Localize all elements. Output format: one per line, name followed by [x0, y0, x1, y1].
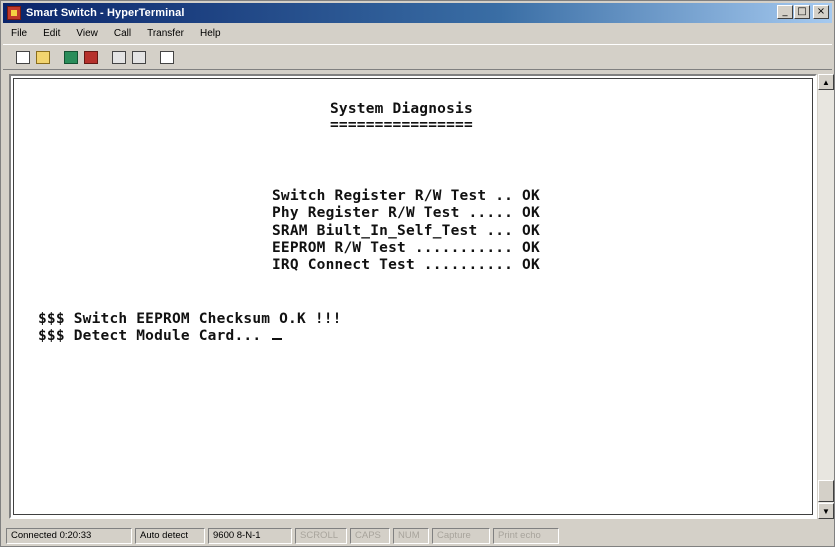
open-icon — [36, 50, 50, 64]
menu-transfer[interactable]: Transfer — [145, 27, 186, 40]
menu-call[interactable]: Call — [112, 27, 133, 40]
new-icon — [16, 50, 30, 64]
menu-bar: File Edit View Call Transfer Help — [3, 24, 832, 42]
menu-help[interactable]: Help — [198, 27, 223, 40]
title-bar[interactable]: Smart Switch - HyperTerminal _ □ × — [3, 3, 832, 23]
test-line: SRAM Biult_In_Self_Test ... OK — [272, 223, 540, 239]
message-line: $$$ Switch EEPROM Checksum O.K !!! — [38, 311, 342, 327]
status-scroll: SCROLL — [295, 527, 347, 544]
status-bar: Connected 0:20:33 Auto detect 9600 8-N-1… — [3, 526, 832, 545]
terminal-area[interactable]: System Diagnosis ================ Switch… — [13, 78, 813, 515]
scroll-down-arrow-icon[interactable]: ▼ — [818, 503, 834, 519]
test-line: Phy Register R/W Test ..... OK — [272, 205, 540, 221]
window-title: Smart Switch - HyperTerminal — [26, 7, 185, 19]
open-button[interactable] — [33, 47, 53, 67]
receive-icon — [132, 50, 146, 64]
new-connection-button[interactable] — [13, 47, 33, 67]
toolbar — [3, 44, 832, 70]
test-line: EEPROM R/W Test ........... OK — [272, 240, 540, 256]
menu-view[interactable]: View — [74, 27, 100, 40]
close-button[interactable]: × — [813, 5, 829, 19]
test-line: IRQ Connect Test .......... OK — [272, 257, 540, 273]
terminal-screen: System Diagnosis ================ Switch… — [14, 79, 814, 516]
disconnect-button[interactable] — [81, 47, 101, 67]
message-text: $$$ Detect Module Card... — [38, 328, 271, 344]
app-icon[interactable] — [7, 6, 21, 20]
scrollbar-thumb[interactable] — [818, 480, 834, 502]
connect-button[interactable] — [61, 47, 81, 67]
menu-file[interactable]: File — [9, 27, 29, 40]
maximize-button[interactable]: □ — [794, 5, 810, 19]
terminal-cursor — [272, 338, 283, 340]
properties-button[interactable] — [157, 47, 177, 67]
status-print-echo: Print echo — [493, 527, 559, 544]
status-capture: Capture — [432, 527, 490, 544]
terminal-frame: System Diagnosis ================ Switch… — [9, 74, 817, 519]
test-line: Switch Register R/W Test .. OK — [272, 188, 540, 204]
menu-edit[interactable]: Edit — [41, 27, 62, 40]
scroll-up-arrow-icon[interactable]: ▲ — [818, 74, 834, 90]
message-line: $$$ Detect Module Card... — [38, 328, 283, 344]
status-num: NUM — [393, 527, 429, 544]
hyperterminal-window: Smart Switch - HyperTerminal _ □ × File … — [0, 0, 835, 547]
send-button[interactable] — [109, 47, 129, 67]
receive-button[interactable] — [129, 47, 149, 67]
diagnosis-title: System Diagnosis — [330, 101, 473, 117]
minimize-button[interactable]: _ — [777, 5, 793, 19]
status-connected: Connected 0:20:33 — [6, 527, 132, 544]
status-detect: Auto detect — [135, 527, 205, 544]
properties-icon — [160, 50, 174, 64]
window-controls: _ □ × — [777, 5, 829, 19]
vertical-scrollbar[interactable]: ▲ ▼ — [817, 74, 834, 519]
status-caps: CAPS — [350, 527, 390, 544]
diagnosis-title-underline: ================ — [330, 117, 473, 133]
disconnect-icon — [84, 50, 98, 64]
send-icon — [112, 50, 126, 64]
connect-icon — [64, 50, 78, 64]
status-settings: 9600 8-N-1 — [208, 527, 292, 544]
